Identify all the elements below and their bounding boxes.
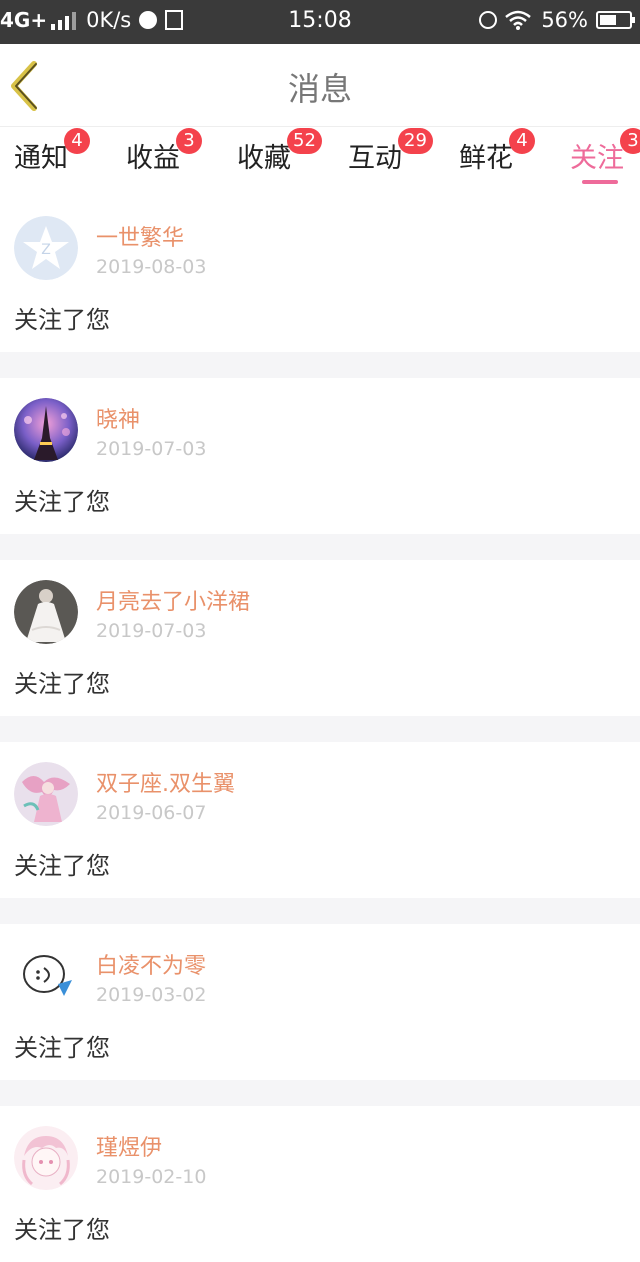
divider	[0, 716, 640, 742]
follow-date: 2019-03-02	[96, 984, 207, 1006]
user-name[interactable]: 月亮去了小洋裙	[96, 584, 250, 616]
wifi-icon	[505, 10, 532, 30]
tab-label: 通知	[14, 143, 68, 174]
list-item[interactable]: 双子座.双生翼 2019-06-07 关注了您	[0, 742, 640, 898]
follow-message: 关注了您	[14, 1034, 110, 1062]
divider	[0, 534, 640, 560]
avatar[interactable]	[14, 1126, 78, 1190]
follow-date: 2019-06-07	[96, 802, 207, 824]
avatar[interactable]	[14, 398, 78, 462]
tab-notifications[interactable]: 通知 4	[14, 128, 90, 192]
user-name[interactable]: 双子座.双生翼	[96, 766, 235, 798]
tab-interactions[interactable]: 互动 29	[348, 128, 433, 192]
avatar[interactable]	[14, 580, 78, 644]
divider	[0, 352, 640, 378]
follow-message: 关注了您	[14, 852, 110, 880]
list-item[interactable]: 瑾煜伊 2019-02-10 关注了您	[0, 1106, 640, 1262]
divider	[0, 898, 640, 924]
follow-date: 2019-08-03	[96, 256, 207, 278]
list-item[interactable]: 晓神 2019-07-03 关注了您	[0, 378, 640, 534]
tab-label: 收益	[126, 143, 180, 174]
battery-icon	[596, 11, 635, 29]
eiffel-tower-avatar-image	[14, 398, 78, 462]
nav-bar: 消息	[0, 44, 640, 127]
tab-badge: 52	[287, 128, 322, 154]
avatar[interactable]: Z	[14, 216, 78, 280]
list-item[interactable]: 月亮去了小洋裙 2019-07-03 关注了您	[0, 560, 640, 716]
tab-flowers[interactable]: 鲜花 4	[459, 128, 535, 192]
user-name[interactable]: 瑾煜伊	[96, 1130, 162, 1162]
tab-badge: 3	[620, 128, 640, 154]
status-right: 56%	[479, 8, 635, 32]
user-name[interactable]: 晓神	[96, 402, 140, 434]
pink-sketch-avatar-image	[14, 1126, 78, 1190]
follow-message: 关注了您	[14, 488, 110, 516]
follow-message: 关注了您	[14, 306, 110, 334]
tab-badge: 3	[176, 128, 202, 154]
list-item[interactable]: Z 一世繁华 2019-08-03 关注了您	[0, 196, 640, 352]
user-name[interactable]: 一世繁华	[96, 220, 184, 252]
tab-favorites[interactable]: 收藏 52	[237, 128, 322, 192]
tab-bar: 通知 4 收益 3 收藏 52 互动 29 鲜花 4 关注 3	[0, 126, 640, 196]
follow-message: 关注了您	[14, 1216, 110, 1244]
alarm-icon	[479, 11, 498, 29]
qq-zone-avatar-icon: Z	[14, 216, 78, 280]
follow-date: 2019-07-03	[96, 620, 207, 642]
avatar[interactable]	[14, 762, 78, 826]
svg-text:Z: Z	[41, 242, 51, 258]
user-name[interactable]: 白凌不为零	[96, 948, 206, 980]
list-item[interactable]: 白凌不为零 2019-03-02 关注了您	[0, 924, 640, 1080]
follow-date: 2019-02-10	[96, 1166, 207, 1188]
tab-label: 收藏	[237, 143, 291, 174]
battery-percent: 56%	[541, 8, 588, 32]
divider	[0, 1080, 640, 1106]
tab-follows[interactable]: 关注 3	[570, 128, 640, 192]
tab-label: 关注	[570, 143, 624, 174]
white-dress-avatar-image	[14, 580, 78, 644]
anime-girl-avatar-image	[14, 762, 78, 826]
tab-label: 互动	[348, 143, 402, 174]
follow-list: Z 一世繁华 2019-08-03 关注了您 晓神 2019-07-03 关注了…	[0, 196, 640, 1262]
tab-badge: 29	[398, 128, 433, 154]
tab-label: 鲜花	[459, 143, 513, 174]
active-tab-indicator	[582, 180, 618, 184]
status-bar: 4G+ 0K/s 15:08 56%	[0, 0, 640, 44]
speech-bubble-avatar-icon	[14, 944, 78, 1008]
follow-date: 2019-07-03	[96, 438, 207, 460]
tab-badge: 4	[509, 128, 535, 154]
tab-badge: 4	[64, 128, 90, 154]
page-title: 消息	[287, 70, 352, 108]
avatar[interactable]	[14, 944, 78, 1008]
tab-earnings[interactable]: 收益 3	[126, 128, 202, 192]
follow-message: 关注了您	[14, 670, 110, 698]
